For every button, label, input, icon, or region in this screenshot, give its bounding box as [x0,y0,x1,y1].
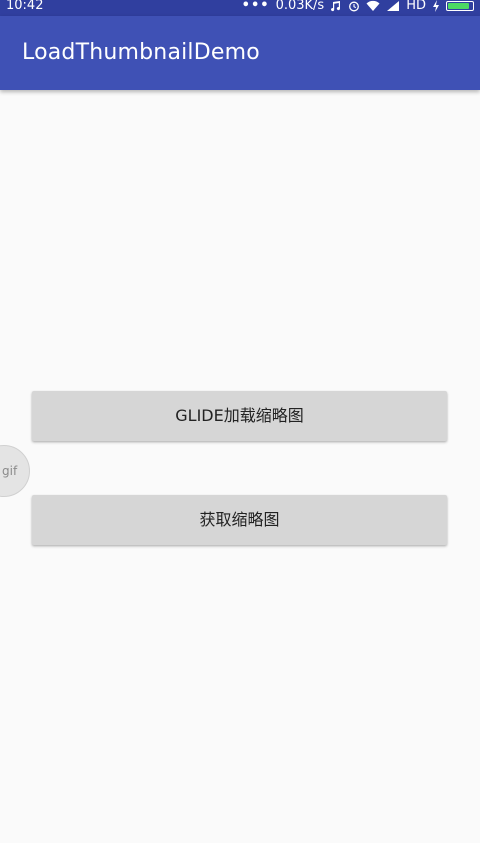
music-note-icon [330,0,342,12]
app-bar: LoadThumbnailDemo [0,16,480,90]
hd-label: HD [406,0,426,13]
get-thumbnail-button[interactable]: 获取缩略图 [32,495,447,545]
net-speed: 0.03K/s [275,0,325,13]
status-bar: 10:42 ••• 0.03K/s HD [0,0,480,16]
gif-label: gif [2,464,18,478]
alarm-icon [348,0,360,12]
status-icons: ••• 0.03K/s HD [242,0,474,14]
wifi-icon [366,0,380,12]
status-time: 10:42 [6,0,44,13]
glide-load-thumbnail-button[interactable]: GLIDE加载缩略图 [32,391,447,441]
main-content: GLIDE加载缩略图 获取缩略图 [0,90,480,843]
app-title: LoadThumbnailDemo [22,40,260,65]
charging-bolt-icon [432,0,440,12]
status-dots: ••• [241,0,270,13]
battery-icon [446,1,474,11]
battery-level [448,3,470,9]
signal-icon [386,0,400,12]
